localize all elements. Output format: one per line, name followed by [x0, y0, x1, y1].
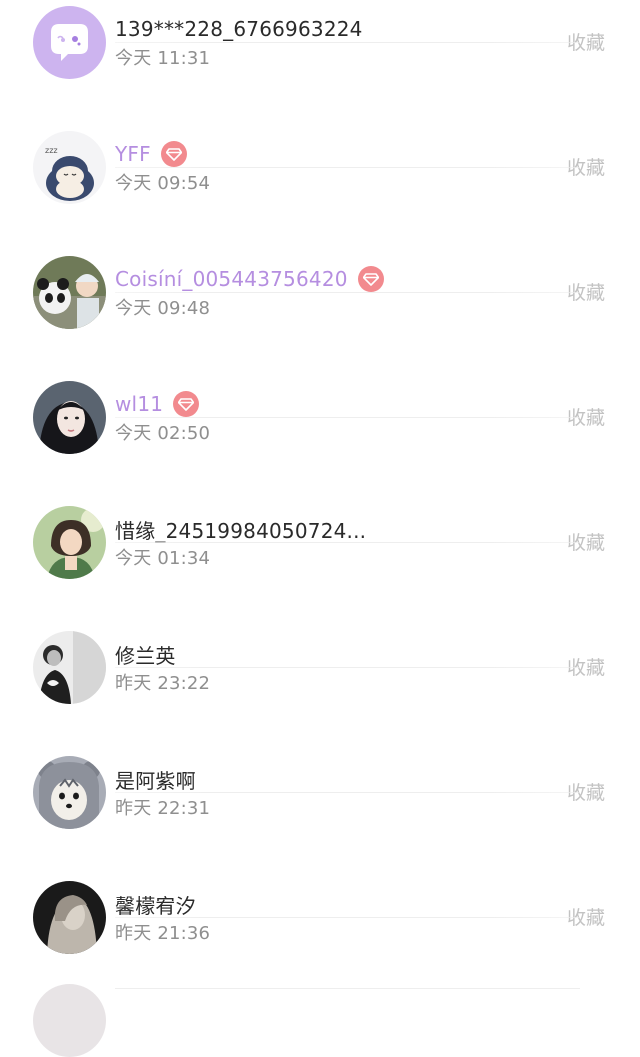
user-name[interactable]: 修兰英	[115, 640, 176, 669]
visitor-list: 139***228_6766963224 今天 11:31 收藏 zzz YFF…	[0, 0, 640, 954]
vip-diamond-icon	[160, 141, 187, 167]
user-name[interactable]: 馨檬宥汐	[115, 890, 196, 919]
vip-diamond-icon	[357, 266, 384, 292]
avatar[interactable]	[33, 881, 106, 954]
list-item[interactable]: 139***228_6766963224 今天 11:31 收藏	[0, 0, 640, 79]
list-item[interactable]: wl11 今天 02:50 收藏	[0, 293, 640, 454]
name-line: 馨檬宥汐	[115, 889, 196, 919]
name-line: 修兰英	[115, 639, 176, 669]
user-name[interactable]: Coisíní_005443756420	[115, 267, 348, 291]
user-name[interactable]: YFF	[115, 142, 151, 166]
list-item[interactable]: 是阿紫啊 昨天 22:31 收藏	[0, 668, 640, 829]
list-item[interactable]: 修兰英 昨天 23:22 收藏	[0, 543, 640, 704]
svg-text:zzz: zzz	[45, 146, 58, 155]
dark-photo-avatar-icon	[33, 881, 106, 954]
list-item[interactable]: 惜缘_24519984050724... 今天 01:34 收藏	[0, 418, 640, 579]
user-name[interactable]: 139***228_6766963224	[115, 17, 363, 41]
name-line: 惜缘_24519984050724...	[115, 514, 366, 544]
collect-button[interactable]: 收藏	[567, 903, 605, 930]
name-line: Coisíní_005443756420	[115, 264, 384, 294]
user-name[interactable]: 惜缘_24519984050724...	[115, 515, 366, 544]
divider	[115, 988, 580, 989]
name-line: YFF	[115, 139, 187, 169]
user-name[interactable]: wl11	[115, 392, 163, 416]
list-item[interactable]: 馨檬宥汐 昨天 21:36 收藏	[0, 793, 640, 954]
visit-time: 昨天 21:36	[115, 923, 211, 944]
avatar[interactable]	[33, 984, 106, 1057]
name-line: wl11	[115, 389, 200, 419]
list-item[interactable]: zzz YFF 今天 09:54 收藏	[0, 43, 640, 204]
name-line: 是阿紫啊	[115, 764, 196, 794]
list-item[interactable]: Coisíní_005443756420 今天 09:48 收藏	[0, 168, 640, 329]
name-line: 139***228_6766963224	[115, 14, 363, 44]
vip-diamond-icon	[173, 391, 200, 417]
user-name[interactable]: 是阿紫啊	[115, 765, 196, 794]
